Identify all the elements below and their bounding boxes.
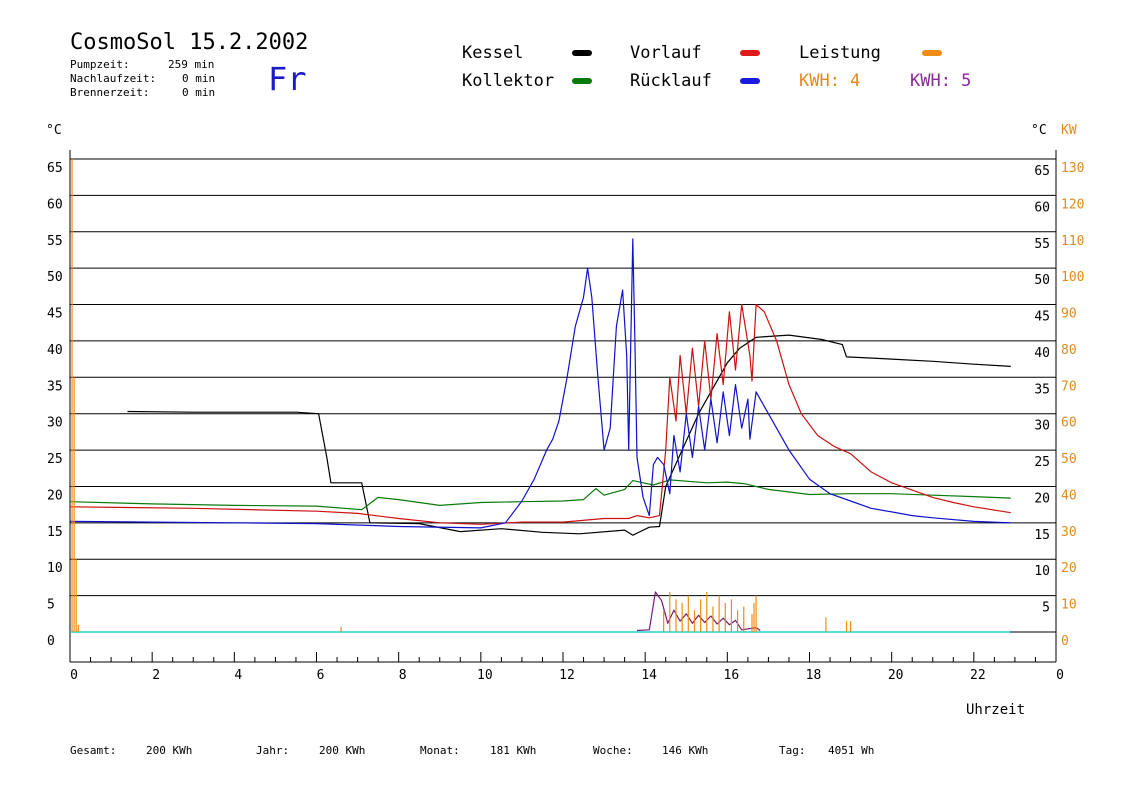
x-tick-label: 14 [641,668,657,683]
series-line-kollektor [69,479,1011,511]
woche-label: Woche: [593,744,633,757]
y-tick-label-right-kw: 0 [1061,634,1069,649]
x-tick-label: 10 [477,668,493,683]
y-tick-label-right-kw: 30 [1061,525,1077,540]
jahr-value: 200 KWh [319,744,366,757]
x-tick-label: 18 [806,668,822,683]
gesamt-label: Gesamt: [70,744,117,757]
y-tick-label-right-kw: 70 [1061,379,1077,394]
y-tick-label-right-kw: 120 [1061,197,1084,212]
y-tick-label-right-c: 55 [1034,237,1050,252]
temperature-chart: 0510152025303540455055606551015202530354… [47,150,1084,683]
y-tick-label-right-c: 5 [1042,601,1050,616]
tick-labels: 0510152025303540455055606551015202530354… [47,161,1084,683]
y-tick-label-left: 45 [47,307,63,322]
series-line-vorlauf [69,303,1011,525]
y-tick-label-right-kw: 20 [1061,561,1077,576]
y-tick-label-left: 20 [47,488,63,503]
grid-lines [69,150,1057,663]
y-tick-label-right-c: 65 [1034,164,1050,179]
y-tick-label-left: 5 [47,598,55,613]
y-tick-label-left: 30 [47,416,63,431]
x-tick-label: 12 [559,668,575,683]
y-tick-label-left: 55 [47,234,63,249]
y-tick-label-right-c: 25 [1034,455,1050,470]
x-tick-label: 4 [234,668,242,683]
y-tick-label-right-kw: 130 [1061,161,1084,176]
y-tick-label-right-c: 30 [1034,419,1050,434]
x-tick-label: 0 [70,668,78,683]
y-tick-label-right-c: 35 [1034,382,1050,397]
tag-value: 4051 Wh [828,744,875,757]
x-tick-label: 16 [724,668,740,683]
series-line-ruecklauf [69,238,1011,529]
y-tick-label-right-c: 20 [1034,491,1050,506]
y-tick-label-left: 0 [47,634,55,649]
gesamt-value: 200 KWh [146,744,193,757]
y-tick-label-right-kw: 40 [1061,488,1077,503]
y-tick-label-right-c: 10 [1034,564,1050,579]
y-tick-label-left: 50 [47,270,63,285]
y-tick-label-left: 15 [47,525,63,540]
y-tick-label-right-c: 15 [1034,528,1050,543]
tag-label: Tag: [779,744,806,757]
y-tick-label-left: 60 [47,197,63,212]
y-tick-label-right-kw: 100 [1061,270,1084,285]
y-tick-label-left: 25 [47,452,63,467]
y-tick-label-left: 35 [47,379,63,394]
y-tick-label-right-c: 50 [1034,273,1050,288]
x-tick-label: 0 [1056,668,1064,683]
series-lines [69,238,1011,632]
monat-value: 181 KWh [490,744,537,757]
x-tick-label: 20 [888,668,904,683]
monat-label: Monat: [420,744,460,757]
series-line-kwh2_line [636,591,761,632]
y-tick-label-right-kw: 10 [1061,598,1077,613]
y-tick-label-left: 10 [47,561,63,576]
x-tick-label: 2 [152,668,160,683]
y-tick-label-right-kw: 50 [1061,452,1077,467]
y-tick-label-left: 65 [47,161,63,176]
y-tick-label-right-c: 40 [1034,346,1050,361]
woche-value: 146 KWh [662,744,709,757]
y-tick-label-right-kw: 90 [1061,307,1077,322]
y-tick-label-right-kw: 80 [1061,343,1077,358]
y-tick-label-right-kw: 110 [1061,234,1084,249]
jahr-label: Jahr: [256,744,290,757]
x-tick-label: 6 [317,668,325,683]
x-tick-label: 8 [399,668,407,683]
axis-ticks [69,652,1057,662]
y-tick-label-right-kw: 60 [1061,416,1077,431]
y-tick-label-right-c: 45 [1034,310,1050,325]
x-tick-label: 22 [970,668,986,683]
y-tick-label-left: 40 [47,343,63,358]
y-tick-label-right-c: 60 [1034,200,1050,215]
